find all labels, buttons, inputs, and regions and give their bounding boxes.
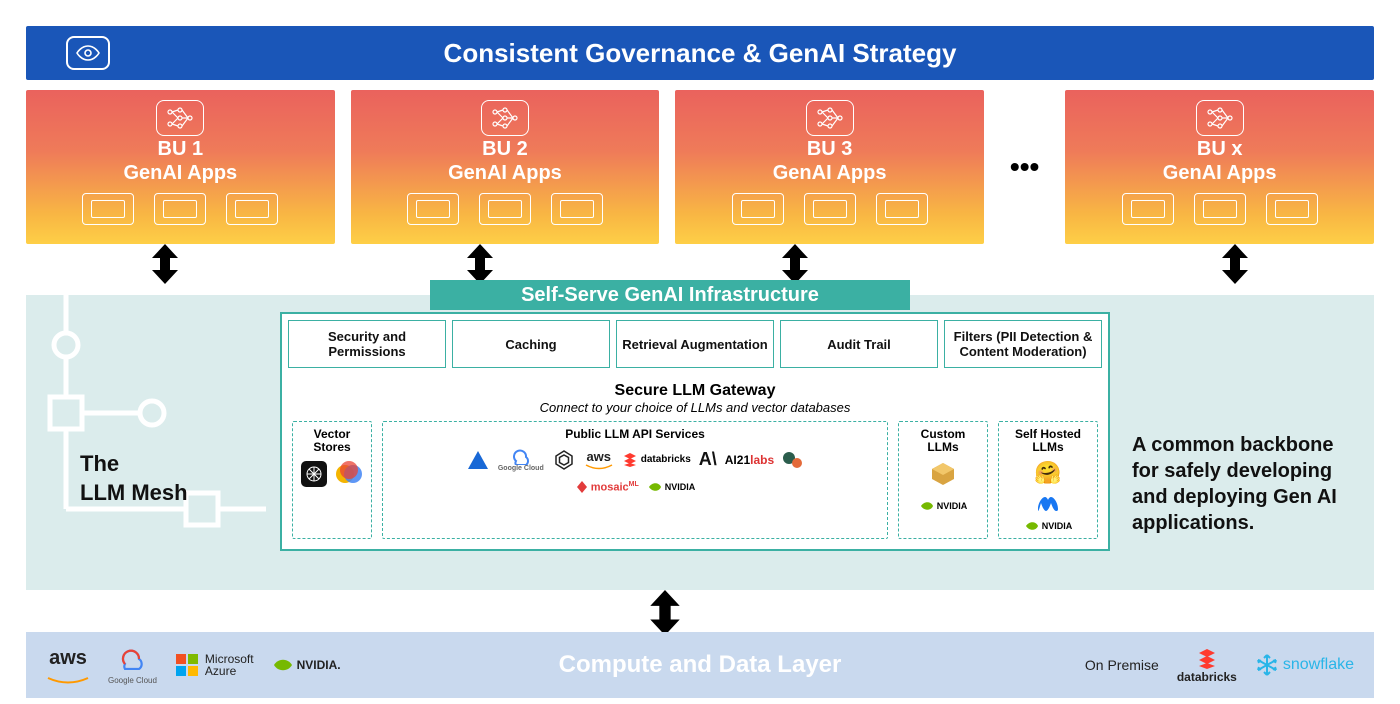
app-icon xyxy=(82,193,134,225)
bu-subtitle: GenAI Apps xyxy=(773,162,887,185)
column-label: Vector Stores xyxy=(299,428,365,454)
app-icon xyxy=(1266,193,1318,225)
bu-title: BU 2 xyxy=(482,138,528,160)
app-icon xyxy=(407,193,459,225)
selfhosted-llm-column: Self Hosted LLMs 🤗 NVIDIA xyxy=(998,421,1098,539)
on-premise-label: On Premise xyxy=(1085,657,1159,673)
column-label: Public LLM API Services xyxy=(565,428,705,441)
nvidia-logo-icon: NVIDIA. xyxy=(272,657,341,673)
bu-subtitle: GenAI Apps xyxy=(1163,162,1277,185)
custom-llm-column: Custom LLMs NVIDIA xyxy=(898,421,988,539)
mesh-diagram-icon xyxy=(26,295,266,590)
azure-logo-icon xyxy=(466,449,490,471)
databricks-logo-icon: databricks xyxy=(622,452,691,468)
compute-layer: Compute and Data Layer aws Google Cloud … xyxy=(26,632,1374,698)
mosaicml-logo-icon: mosaicML xyxy=(575,480,639,494)
infra-chips-row: Security and Permissions Caching Retriev… xyxy=(282,314,1108,374)
mesh-title-line1: The xyxy=(80,451,119,476)
governance-title: Consistent Governance & GenAI Strategy xyxy=(444,38,957,69)
app-icon xyxy=(479,193,531,225)
up-down-arrow-icon xyxy=(780,244,810,284)
app-icon xyxy=(1194,193,1246,225)
infra-chip: Filters (PII Detection & Content Moderat… xyxy=(944,320,1102,368)
bu-card-2: BU 2 GenAI Apps xyxy=(351,90,660,244)
bu-title: BU x xyxy=(1197,138,1243,160)
bu-card-3: BU 3 GenAI Apps xyxy=(675,90,984,244)
bu-title: BU 3 xyxy=(807,138,853,160)
bu-subtitle: GenAI Apps xyxy=(448,162,562,185)
databricks-logo-icon: databricks xyxy=(1177,647,1237,684)
pinecone-logo-icon xyxy=(301,461,327,487)
up-down-arrow-icon xyxy=(150,244,180,284)
google-cloud-logo-icon: Google Cloud xyxy=(108,646,157,685)
aws-logo-icon: aws xyxy=(584,449,614,470)
nvidia-logo-icon: NVIDIA xyxy=(919,500,968,512)
bu-card-x: BU x GenAI Apps xyxy=(1065,90,1374,244)
gateway-title: Secure LLM Gateway xyxy=(292,382,1098,400)
anthropic-logo-icon: A\ xyxy=(699,449,717,470)
app-icon xyxy=(226,193,278,225)
gateway-subtitle: Connect to your choice of LLMs and vecto… xyxy=(292,400,1098,415)
bu-subtitle: GenAI Apps xyxy=(123,162,237,185)
bu-title: BU 1 xyxy=(158,138,204,160)
infra-chip: Retrieval Augmentation xyxy=(616,320,774,368)
infra-chip: Caching xyxy=(452,320,610,368)
app-icon xyxy=(732,193,784,225)
huggingface-logo-icon: 🤗 xyxy=(1034,460,1061,486)
neural-net-icon xyxy=(806,100,854,136)
ellipsis: ••• xyxy=(1000,151,1049,183)
chroma-logo-icon xyxy=(335,460,363,488)
infra-chip: Security and Permissions xyxy=(288,320,446,368)
app-icon xyxy=(804,193,856,225)
meta-logo-icon xyxy=(1035,494,1061,512)
nvidia-logo-icon: NVIDIA xyxy=(647,481,696,493)
mesh-title-line2: LLM Mesh xyxy=(80,480,188,505)
arrow-row xyxy=(0,244,1400,284)
neural-net-icon xyxy=(481,100,529,136)
microsoft-azure-logo-icon: MicrosoftAzure xyxy=(175,653,254,677)
app-icon xyxy=(551,193,603,225)
neural-net-icon xyxy=(156,100,204,136)
app-icon xyxy=(1122,193,1174,225)
vector-stores-column: Vector Stores xyxy=(292,421,372,539)
public-llm-column: Public LLM API Services Google Cloud aws… xyxy=(382,421,888,539)
mesh-title: The LLM Mesh xyxy=(80,450,188,507)
app-icon xyxy=(876,193,928,225)
google-cloud-logo-icon: Google Cloud xyxy=(498,447,544,472)
infrastructure-box: Security and Permissions Caching Retriev… xyxy=(280,312,1110,551)
ai21-logo-icon: AI21 labs xyxy=(725,453,774,467)
up-down-arrow-icon xyxy=(1220,244,1250,284)
bu-row: BU 1 GenAI Apps BU 2 GenAI Apps BU 3 Gen… xyxy=(26,90,1374,244)
openai-logo-icon xyxy=(552,448,576,472)
column-label: Custom LLMs xyxy=(905,428,981,454)
bu-card-1: BU 1 GenAI Apps xyxy=(26,90,335,244)
backbone-description: A common backbone for safely developing … xyxy=(1132,432,1362,536)
aws-logo-icon: aws xyxy=(46,647,90,684)
selfserve-header: Self-Serve GenAI Infrastructure xyxy=(430,280,910,310)
snowflake-logo-icon: snowflake xyxy=(1255,653,1354,677)
aws-cube-logo-icon xyxy=(929,460,957,488)
eye-icon xyxy=(66,36,110,70)
neural-net-icon xyxy=(1196,100,1244,136)
up-down-arrow-icon xyxy=(465,244,495,284)
gateway-section: Secure LLM Gateway Connect to your choic… xyxy=(282,374,1108,549)
column-label: Self Hosted LLMs xyxy=(1005,428,1091,454)
cohere-logo-icon xyxy=(782,451,804,469)
nvidia-logo-icon: NVIDIA xyxy=(1024,520,1073,532)
governance-bar: Consistent Governance & GenAI Strategy xyxy=(26,26,1374,80)
up-down-arrow-icon xyxy=(648,590,682,632)
infra-chip: Audit Trail xyxy=(780,320,938,368)
app-icon xyxy=(154,193,206,225)
